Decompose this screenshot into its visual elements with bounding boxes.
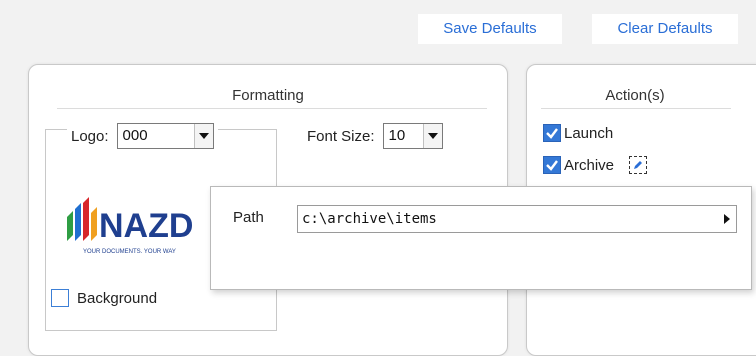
font-size-value: 10 (388, 127, 406, 144)
background-row: Background (51, 289, 157, 307)
background-checkbox[interactable] (51, 289, 69, 307)
chevron-down-icon (427, 133, 438, 139)
logo-label: Logo: (71, 127, 109, 145)
logo-select[interactable]: 000 (116, 123, 214, 149)
actions-divider (541, 108, 731, 109)
check-icon (546, 160, 558, 171)
action-archive-row: Archive (543, 156, 648, 174)
check-icon (546, 128, 558, 139)
logo-tagline: YOUR DOCUMENTS. YOUR WAY (83, 249, 176, 255)
launch-checkbox[interactable] (543, 124, 561, 142)
action-launch-row: Launch (543, 124, 613, 142)
path-input-value: c:\archive\items (302, 211, 437, 227)
logo-select-dropdown-button[interactable] (193, 124, 213, 148)
clear-defaults-button[interactable]: Clear Defaults (592, 14, 738, 44)
logo-legend: Logo: 000 (67, 123, 218, 149)
font-size-label: Font Size: (307, 127, 375, 145)
actions-title: Action(s) (605, 87, 665, 104)
logo-brand-text: NAZD (99, 207, 193, 245)
path-label: Path (233, 209, 264, 226)
chevron-down-icon (198, 133, 209, 139)
background-label: Background (77, 289, 158, 307)
formatting-title: Formatting (232, 87, 304, 104)
save-defaults-button[interactable]: Save Defaults (418, 14, 562, 44)
archive-label: Archive (564, 156, 615, 174)
launch-label: Launch (564, 124, 614, 142)
path-input[interactable]: c:\archive\items (297, 205, 737, 233)
chevron-right-icon[interactable] (724, 214, 730, 224)
formatting-divider (57, 108, 487, 109)
edit-pencil-icon[interactable] (629, 156, 648, 174)
path-popup: Path c:\archive\items (210, 186, 752, 290)
logo-select-value: 000 (122, 127, 148, 144)
font-size-dropdown-button[interactable] (422, 124, 442, 148)
font-size-row: Font Size: 10 (307, 123, 443, 149)
archive-checkbox[interactable] (543, 156, 561, 174)
font-size-select[interactable]: 10 (382, 123, 443, 149)
